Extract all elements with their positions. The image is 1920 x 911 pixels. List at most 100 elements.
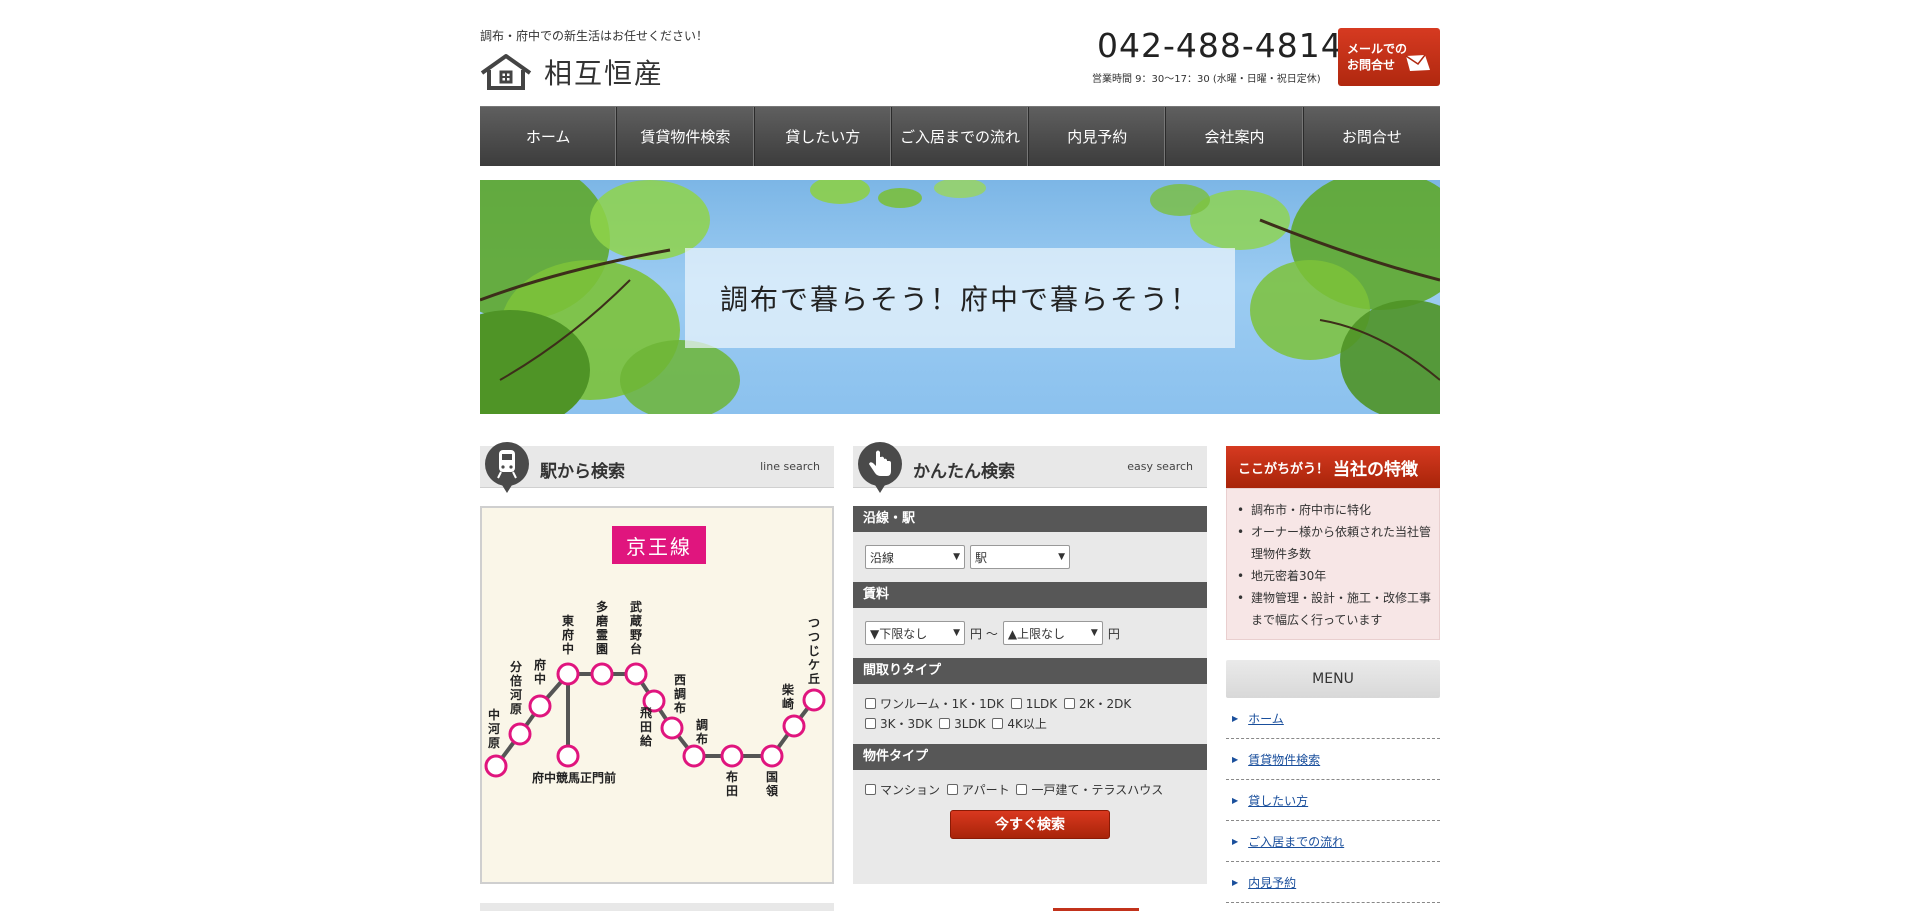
station-label-fuchu[interactable]: 府中 bbox=[533, 658, 547, 686]
station-label-bubaigawara[interactable]: 分倍河原 bbox=[509, 660, 523, 716]
station-label-chofu[interactable]: 調布 bbox=[695, 718, 709, 746]
rent-label: 賃料 bbox=[853, 582, 1207, 608]
side-menu-link[interactable]: 貸したい方 bbox=[1248, 792, 1308, 809]
hero-banner: 調布で暮らそう！府中で暮らそう！ bbox=[480, 180, 1440, 414]
side-menu-item-rental-search[interactable]: ▶ 賃貸物件検索 bbox=[1226, 739, 1440, 780]
station-label-shibasaki[interactable]: 柴崎 bbox=[781, 683, 795, 711]
side-menu-link[interactable]: 内見予約 bbox=[1248, 874, 1296, 891]
site-logo[interactable]: 相互恒産 bbox=[480, 52, 664, 92]
layout-option[interactable]: 3K・3DK bbox=[865, 714, 932, 734]
line-search-header: 駅から検索 line search bbox=[480, 442, 834, 493]
rent-max-select[interactable]: ▲上限なし ▼ bbox=[1002, 621, 1103, 645]
layout-option[interactable]: 3LDK bbox=[939, 714, 986, 734]
station-node-tama-reien[interactable] bbox=[590, 662, 614, 686]
layout-label: 間取りタイプ bbox=[853, 658, 1207, 684]
train-icon bbox=[497, 450, 517, 479]
chevron-down-icon: ▼ bbox=[1058, 552, 1065, 562]
layout-option[interactable]: ワンルーム・1K・1DK bbox=[865, 694, 1004, 714]
side-menu-item-home[interactable]: ▶ ホーム bbox=[1226, 698, 1440, 739]
rent-min-select[interactable]: ▼下限なし ▼ bbox=[865, 621, 965, 645]
side-menu-item-move-in-flow[interactable]: ▶ ご入居までの流れ bbox=[1226, 821, 1440, 862]
station-label-kokuryo[interactable]: 国領 bbox=[765, 770, 779, 798]
station-label-keibajo[interactable]: 府中競馬正門前 bbox=[532, 771, 642, 785]
side-menu-item-landlords[interactable]: ▶ 貸したい方 bbox=[1226, 780, 1440, 821]
feature-item: オーナー様から依頼された当社管理物件多数 bbox=[1237, 521, 1431, 565]
nav-contact[interactable]: お問合せ bbox=[1304, 107, 1440, 166]
station-node-musashinodai[interactable] bbox=[624, 662, 648, 686]
rent-max-value: ▲上限なし bbox=[1007, 626, 1066, 641]
layout-checks: ワンルーム・1K・1DK 1LDK 2K・2DK 3K・3DK 3LDK 4K以… bbox=[853, 684, 1207, 740]
side-menu-item-viewing[interactable]: ▶ 内見予約 bbox=[1226, 862, 1440, 903]
station-label-tama-reien[interactable]: 多磨霊園 bbox=[595, 600, 609, 656]
nav-viewing-reservation[interactable]: 内見予約 bbox=[1029, 107, 1167, 166]
nav-landlords[interactable]: 貸したい方 bbox=[755, 107, 892, 166]
nav-rental-search[interactable]: 賃貸物件検索 bbox=[617, 107, 755, 166]
station-node-shibasaki[interactable] bbox=[782, 714, 806, 738]
station-node-nakagawara[interactable] bbox=[484, 754, 508, 778]
station-node-higashi-fuchu[interactable] bbox=[556, 662, 580, 686]
line-select[interactable]: 沿線 ▼ bbox=[865, 545, 965, 569]
route-label: 沿線・駅 bbox=[853, 506, 1207, 532]
nav-move-in-flow[interactable]: ご入居までの流れ bbox=[892, 107, 1030, 166]
chevron-down-icon: ▼ bbox=[1090, 628, 1098, 638]
checkbox[interactable] bbox=[992, 718, 1004, 729]
station-label-nishi-chofu[interactable]: 西調布 bbox=[673, 673, 687, 715]
layout-option[interactable]: 2K・2DK bbox=[1063, 694, 1131, 714]
checkbox[interactable] bbox=[865, 784, 876, 795]
search-now-button[interactable]: 今すぐ検索 bbox=[950, 810, 1110, 839]
checkbox[interactable] bbox=[865, 718, 876, 729]
station-label-tsutsujigaoka[interactable]: つつじケ丘 bbox=[807, 616, 821, 686]
station-node-keibajo[interactable] bbox=[556, 744, 580, 768]
hand-icon-badge bbox=[858, 442, 902, 493]
feature-item: 地元密着30年 bbox=[1237, 565, 1431, 587]
type-option-label: 一戸建て・テラスハウス bbox=[1031, 783, 1164, 797]
type-option[interactable]: アパート bbox=[946, 780, 1010, 800]
features-head-big: 当社の特徴 bbox=[1333, 459, 1419, 480]
chevron-down-icon: ▼ bbox=[953, 552, 960, 562]
station-label-tobitakyu[interactable]: 飛田給 bbox=[639, 706, 653, 748]
station-node-fuchu[interactable] bbox=[528, 694, 552, 718]
type-option[interactable]: マンション bbox=[865, 780, 940, 800]
nav-company[interactable]: 会社案内 bbox=[1166, 107, 1304, 166]
page: 調布・府中での新生活はお任せください！ 相互恒産 042-488-4814 営業… bbox=[480, 0, 1440, 911]
company-name: 相互恒産 bbox=[544, 57, 665, 90]
station-select[interactable]: 駅 ▼ bbox=[970, 545, 1070, 569]
easy-search-title: かんたん検索 bbox=[913, 462, 1015, 482]
side-menu-link[interactable]: ホーム bbox=[1248, 710, 1284, 727]
station-label-nakagawara[interactable]: 中河原 bbox=[487, 708, 501, 750]
layout-option[interactable]: 4K以上 bbox=[992, 714, 1047, 734]
station-node-nishi-chofu[interactable] bbox=[660, 716, 684, 740]
station-node-bubaigawara[interactable] bbox=[508, 722, 532, 746]
type-option[interactable]: 一戸建て・テラスハウス bbox=[1016, 780, 1163, 800]
station-label-musashinodai[interactable]: 武蔵野台 bbox=[629, 600, 643, 656]
triangle-right-icon: ▶ bbox=[1232, 795, 1239, 805]
station-node-fuda[interactable] bbox=[720, 744, 744, 768]
checkbox[interactable] bbox=[865, 698, 876, 709]
checkbox[interactable] bbox=[1016, 784, 1028, 795]
station-label-higashi-fuchu[interactable]: 東府中 bbox=[561, 614, 575, 656]
triangle-right-icon: ▶ bbox=[1232, 754, 1239, 764]
pointing-hand-icon bbox=[869, 450, 891, 476]
triangle-right-icon: ▶ bbox=[1232, 877, 1239, 887]
type-option-label: アパート bbox=[961, 783, 1010, 797]
checkbox[interactable] bbox=[1063, 698, 1075, 709]
mail-inquiry-button[interactable]: メールでの お問合せ bbox=[1338, 28, 1440, 86]
checkbox[interactable] bbox=[1010, 698, 1022, 709]
side-menu-link[interactable]: 賃貸物件検索 bbox=[1248, 751, 1320, 768]
layout-option[interactable]: 1LDK bbox=[1010, 694, 1057, 714]
station-node-kokuryo[interactable] bbox=[760, 744, 784, 768]
line-select-value: 沿線 bbox=[870, 550, 895, 565]
easy-search-header: かんたん検索 easy search bbox=[853, 442, 1207, 493]
checkbox[interactable] bbox=[939, 718, 951, 729]
mail-button-line2: お問合せ bbox=[1347, 58, 1396, 72]
station-label-fuda[interactable]: 布田 bbox=[725, 770, 739, 798]
hero-caption: 調布で暮らそう！府中で暮らそう！ bbox=[685, 248, 1235, 348]
station-node-tsutsujigaoka[interactable] bbox=[802, 688, 826, 712]
easy-search-form: 沿線・駅 沿線 ▼ 駅 ▼ 賃料 ▼下限なし ▼ 円 〜 ▲上限なし ▼ 円 間… bbox=[853, 506, 1207, 884]
house-logo-icon bbox=[480, 54, 532, 90]
nav-home[interactable]: ホーム bbox=[480, 107, 618, 166]
checkbox[interactable] bbox=[946, 784, 958, 795]
station-select-value: 駅 bbox=[975, 550, 988, 565]
station-node-chofu[interactable] bbox=[682, 744, 706, 768]
side-menu-link[interactable]: ご入居までの流れ bbox=[1248, 833, 1344, 850]
